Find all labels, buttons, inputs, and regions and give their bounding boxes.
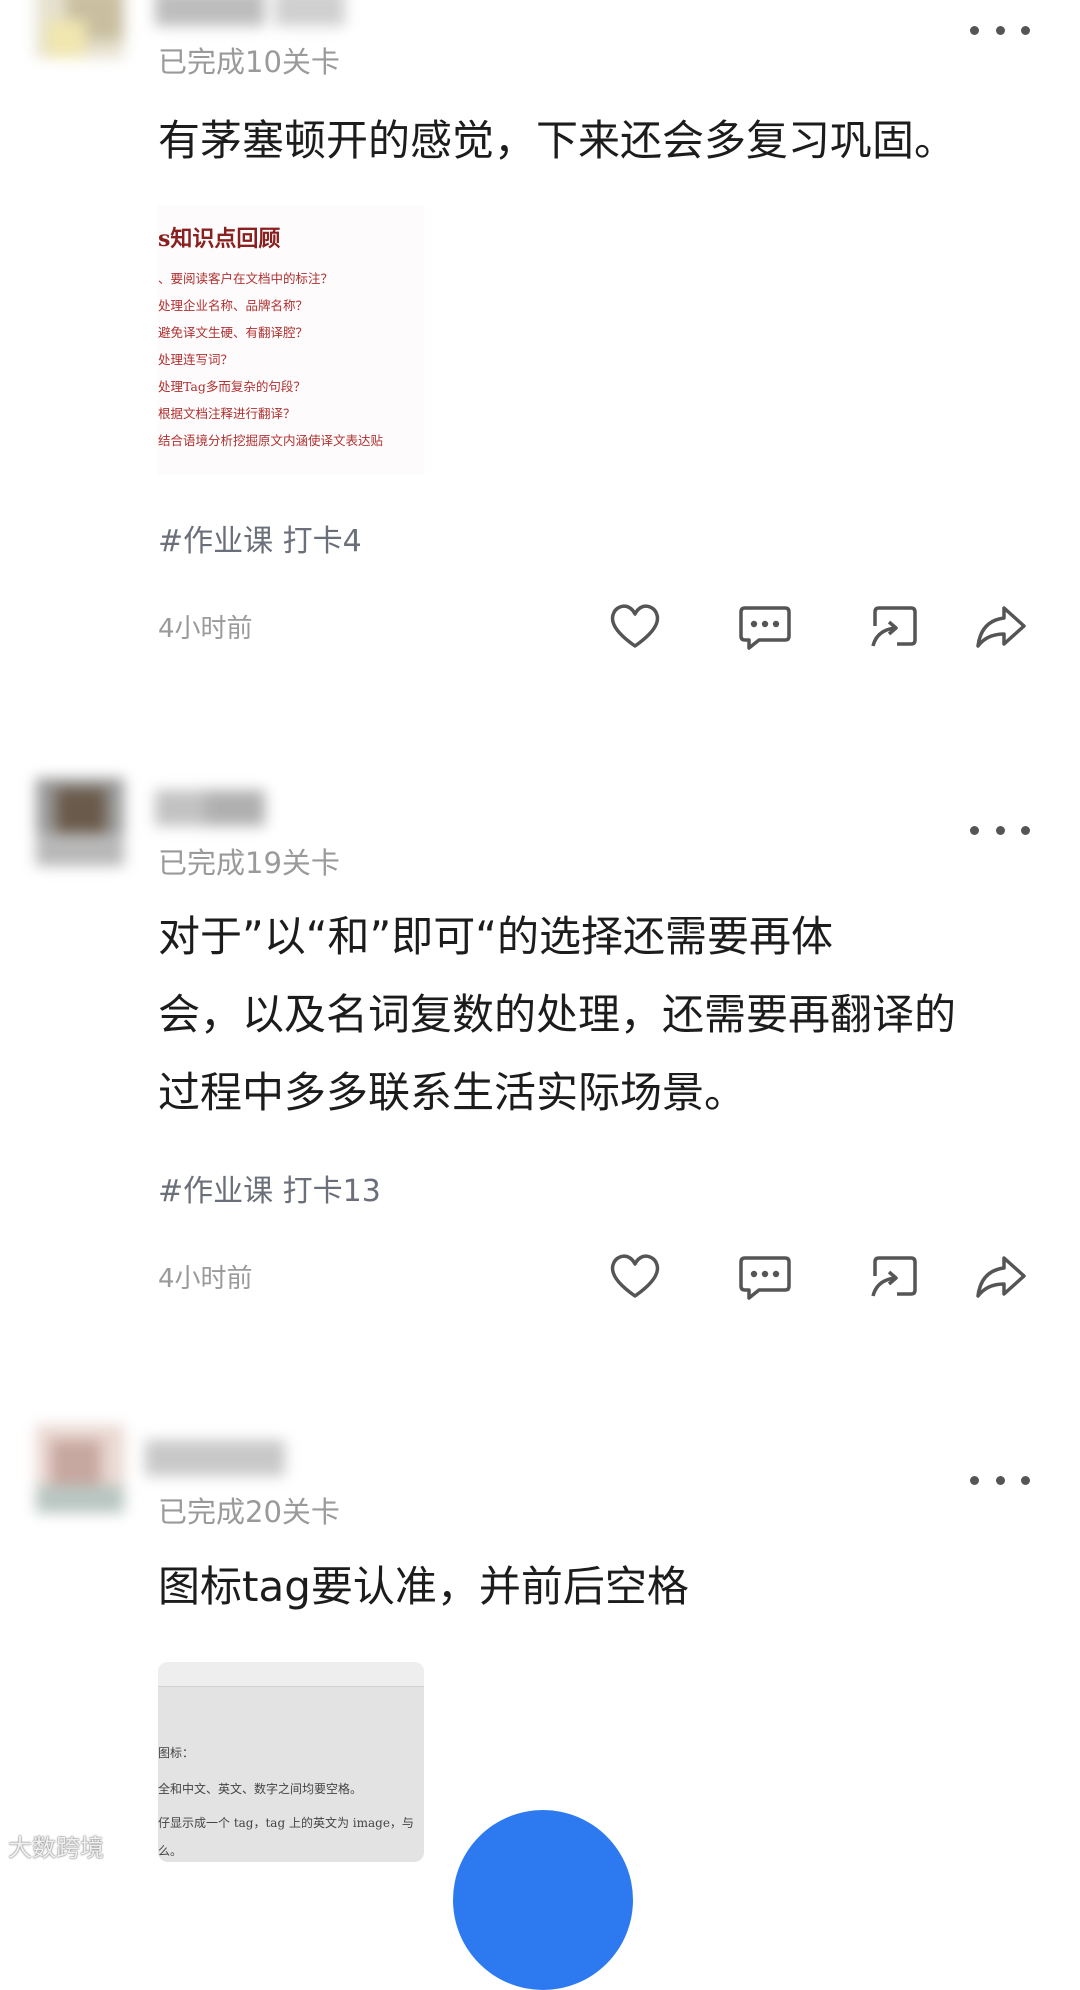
topic-tag[interactable]: #作业课 打卡4 xyxy=(158,522,362,562)
doc-line: 图标： xyxy=(158,1746,195,1760)
doc-line: 全和中文、英文、数字之间均要空格。 xyxy=(158,1782,363,1796)
repost-icon[interactable] xyxy=(865,596,925,656)
timestamp: 4小时前 xyxy=(158,1264,253,1294)
avatar[interactable] xyxy=(36,0,124,58)
more-icon[interactable] xyxy=(970,1465,1030,1495)
doc-line: 、要阅读客户在文档中的标注？ xyxy=(158,271,334,286)
more-icon[interactable] xyxy=(970,15,1030,45)
more-icon[interactable] xyxy=(970,815,1030,845)
doc-line: 处理Tag多而复杂的句段？ xyxy=(158,379,306,394)
doc-title: s知识点回顾 xyxy=(158,226,281,252)
doc-line: 根据文档注释进行翻译？ xyxy=(158,406,296,421)
post-content: 有茅塞顿开的感觉，下来还会多复习巩固。 xyxy=(158,116,957,165)
doc-line: 处理连写词？ xyxy=(158,352,234,367)
watermark: 大数跨境 xyxy=(8,1834,104,1862)
share-icon[interactable] xyxy=(970,1246,1030,1306)
timestamp: 4小时前 xyxy=(158,614,253,644)
post-content: 图标tag要认准，并前后空格 xyxy=(158,1562,689,1611)
doc-line: 避免译文生硬、有翻译腔？ xyxy=(158,325,309,340)
doc-line: 么。 xyxy=(158,1844,183,1858)
compose-fab-button[interactable] xyxy=(453,1810,633,1990)
level-label: 已完成10关卡 xyxy=(158,45,340,79)
share-icon[interactable] xyxy=(970,596,1030,656)
content-line: 会，以及名词复数的处理，还需要再翻译的 xyxy=(158,990,957,1039)
avatar[interactable] xyxy=(36,778,124,866)
comment-icon[interactable] xyxy=(735,1246,795,1306)
comment-icon[interactable] xyxy=(735,596,795,656)
doc-line: 仔显示成一个 tag，tag 上的英文为 image，与 xyxy=(158,1816,414,1830)
content-line: 过程中多多联系生活实际场景。 xyxy=(158,1068,747,1117)
heart-icon[interactable] xyxy=(605,596,665,656)
post-image[interactable]: 图标： 全和中文、英文、数字之间均要空格。 仔显示成一个 tag，tag 上的英… xyxy=(158,1662,424,1862)
post-content: 对于”以“和”即可“的选择还需要再体 会，以及名词复数的处理，还需要再翻译的 过… xyxy=(158,898,1038,1132)
heart-icon[interactable] xyxy=(605,1246,665,1306)
doc-toolbar xyxy=(158,1662,424,1687)
post-image[interactable]: s知识点回顾 、要阅读客户在文档中的标注？ 处理企业名称、品牌名称？ 避免译文生… xyxy=(158,205,424,475)
avatar[interactable] xyxy=(36,1425,124,1513)
doc-line: 处理企业名称、品牌名称？ xyxy=(158,298,309,313)
level-label: 已完成20关卡 xyxy=(158,1495,340,1529)
repost-icon[interactable] xyxy=(865,1246,925,1306)
topic-tag[interactable]: #作业课 打卡13 xyxy=(158,1172,381,1212)
content-line: 对于”以“和”即可“的选择还需要再体 xyxy=(158,912,834,961)
level-label: 已完成19关卡 xyxy=(158,846,340,880)
doc-line: 结合语境分析挖掘原文内涵使译文表达贴 xyxy=(158,433,384,448)
